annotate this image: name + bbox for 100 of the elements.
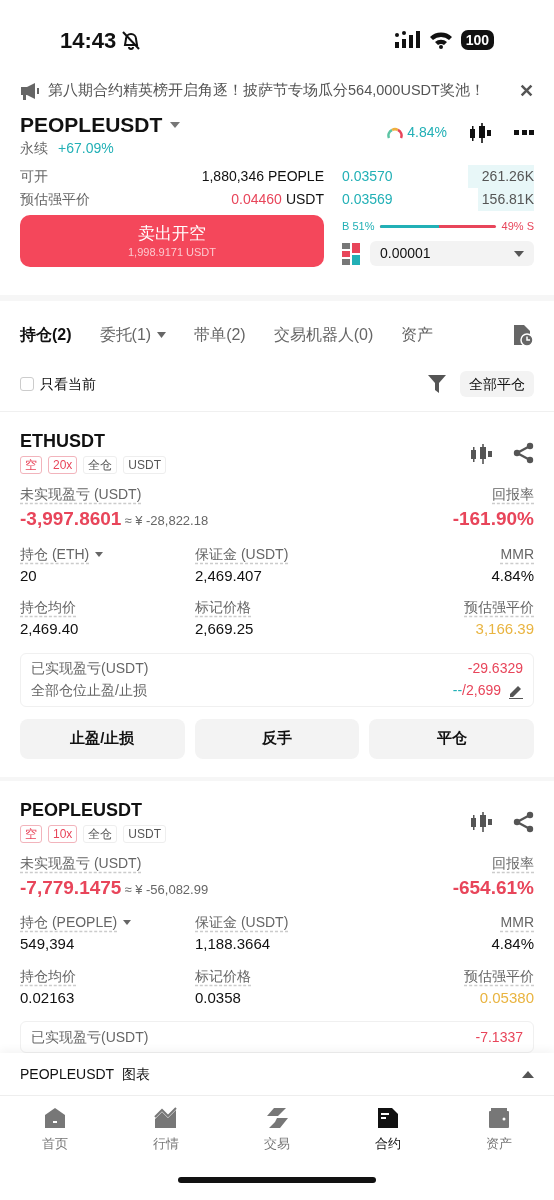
action-button[interactable]: 平仓 — [369, 718, 534, 759]
filter-icon[interactable] — [428, 375, 446, 393]
position-tag: 空 — [20, 456, 42, 474]
tab[interactable]: 持仓(2) — [20, 323, 72, 347]
action-button[interactable]: 止盈/止损 — [20, 718, 185, 759]
mmr-value: 4.84% — [407, 123, 447, 142]
pnl-label: 未实现盈亏 (USDT) — [20, 853, 142, 873]
symbol-title[interactable]: PEOPLEUSDT — [20, 112, 163, 138]
field-label[interactable]: 持仓 (ETH) — [20, 543, 90, 565]
tab[interactable]: 带单(2) — [194, 323, 246, 347]
nav-tab[interactable]: 资产 — [443, 1106, 554, 1160]
pnl-value: -7,779.1475 — [20, 875, 122, 900]
field-label: MMR — [500, 913, 534, 932]
history-icon[interactable] — [512, 323, 534, 347]
caret-icon — [514, 250, 524, 257]
field-value: 1,880,346 — [201, 167, 264, 186]
candlestick-icon[interactable] — [469, 122, 492, 143]
price-change: +67.09% — [58, 139, 114, 158]
position-symbol[interactable]: PEOPLEUSDT — [20, 798, 167, 821]
tab[interactable]: 资产 — [401, 323, 434, 347]
checkbox-label[interactable]: 只看当前 — [40, 373, 96, 395]
precision-dropdown[interactable]: 0.00001 — [370, 241, 534, 266]
summary-value: -29.6329 — [467, 659, 523, 678]
field-label: 持仓均价 — [20, 598, 76, 617]
field-value: 4.84% — [491, 934, 534, 954]
chart-icon — [154, 1106, 179, 1130]
more-icon[interactable] — [514, 130, 534, 135]
chart-bar-label[interactable]: PEOPLEUSDT 图表 — [20, 1063, 150, 1085]
share-icon[interactable] — [513, 810, 534, 833]
exchange-icon — [265, 1106, 289, 1130]
wifi-icon — [428, 31, 453, 49]
field-label: MMR — [500, 544, 534, 564]
field-value: 2,469.40 — [20, 619, 80, 639]
field-value: 0.02163 — [20, 987, 76, 1008]
field-label: 标记价格 — [195, 966, 251, 986]
tab[interactable]: 交易机器人(0) — [273, 323, 374, 347]
position-tag: 20x — [48, 456, 78, 474]
position-tag: USDT — [123, 456, 167, 474]
field-value: 0.05380 — [479, 987, 534, 1008]
field-label: 持仓均价 — [20, 966, 76, 986]
signal-icon — [394, 31, 421, 49]
ask-amount: 261.26K — [467, 165, 534, 188]
roe-label: 回报率 — [492, 853, 534, 873]
field-value: 0.0358 — [195, 987, 242, 1008]
sell-short-button[interactable]: 卖出开空 1,998.9171 USDT — [20, 215, 324, 267]
pnl-label: 未实现盈亏 (USDT) — [20, 485, 142, 504]
field-value: 20 — [20, 565, 38, 586]
summary-value: --/2,699 — [452, 681, 501, 700]
nav-tab[interactable]: 交易 — [221, 1106, 333, 1160]
caret-up-icon[interactable] — [522, 1070, 534, 1078]
tab[interactable]: 委托(1) — [99, 323, 167, 347]
close-all-button[interactable]: 全部平仓 — [460, 371, 534, 397]
action-button[interactable]: 反手 — [194, 718, 360, 759]
candlestick-icon[interactable] — [470, 442, 493, 464]
document-icon — [375, 1106, 400, 1130]
summary-label: 已实现盈亏(USDT) — [31, 1027, 149, 1047]
caret-icon[interactable] — [95, 551, 104, 557]
megaphone-icon — [20, 82, 40, 100]
clock-time: 14:43 — [60, 26, 117, 55]
gauge-icon — [387, 126, 404, 139]
field-label: 可开 — [20, 167, 48, 186]
house-icon — [43, 1106, 68, 1130]
battery-level: 100 — [460, 30, 494, 50]
field-value: 1,188.3664 — [195, 934, 272, 954]
position-tag: USDT — [123, 824, 167, 843]
chart-bar[interactable]: PEOPLEUSDT 图表 — [0, 1053, 554, 1095]
nav-tab[interactable]: 行情 — [110, 1106, 222, 1160]
summary-label: 全部仓位止盈/止损 — [31, 681, 147, 700]
nav-tab[interactable]: 合约 — [332, 1106, 444, 1160]
share-icon[interactable] — [513, 442, 534, 464]
roe-label: 回报率 — [492, 485, 534, 504]
field-label: 保证金 (USDT) — [195, 913, 289, 932]
caret-icon[interactable] — [123, 920, 132, 925]
summary-value: -7.1337 — [475, 1027, 523, 1047]
wallet-icon — [486, 1106, 511, 1130]
close-button[interactable]: ✕ — [519, 77, 534, 105]
nav-tab[interactable]: 首页 — [0, 1106, 111, 1160]
position-tag: 10x — [48, 824, 78, 843]
field-value: 0.04460 — [231, 190, 282, 209]
field-label[interactable]: 持仓 (PEOPLE) — [20, 912, 118, 933]
pnl-cny-value: ≈ ¥ -28,822.18 — [124, 512, 209, 530]
pnl-cny-value: ≈ ¥ -56,082.99 — [124, 880, 209, 899]
caret-icon[interactable] — [170, 122, 181, 128]
summary-label: 已实现盈亏(USDT) — [31, 659, 149, 678]
field-value: 2,669.25 — [195, 619, 255, 639]
position-symbol[interactable]: ETHUSDT — [20, 430, 167, 452]
bell-off-icon — [120, 29, 143, 51]
announcement-text[interactable]: 第八期合约精英榜开启角逐！披萨节专场瓜分564,000USDT奖池！ — [48, 80, 511, 102]
checkbox[interactable] — [20, 377, 34, 391]
contract-type: 永续 — [20, 139, 48, 158]
order-book-layout-icon[interactable] — [342, 242, 360, 265]
position-tag: 空 — [20, 824, 42, 843]
sell-ratio: 49% S — [501, 218, 534, 234]
position-tag: 全仓 — [83, 824, 118, 843]
ask-amount: 156.81K — [477, 188, 534, 211]
candlestick-icon[interactable] — [470, 811, 493, 832]
field-value: 3,166.39 — [475, 619, 534, 639]
field-label: 预估强平价 — [464, 598, 534, 617]
roe-value: -654.61% — [452, 875, 534, 900]
caret-icon — [157, 332, 167, 338]
